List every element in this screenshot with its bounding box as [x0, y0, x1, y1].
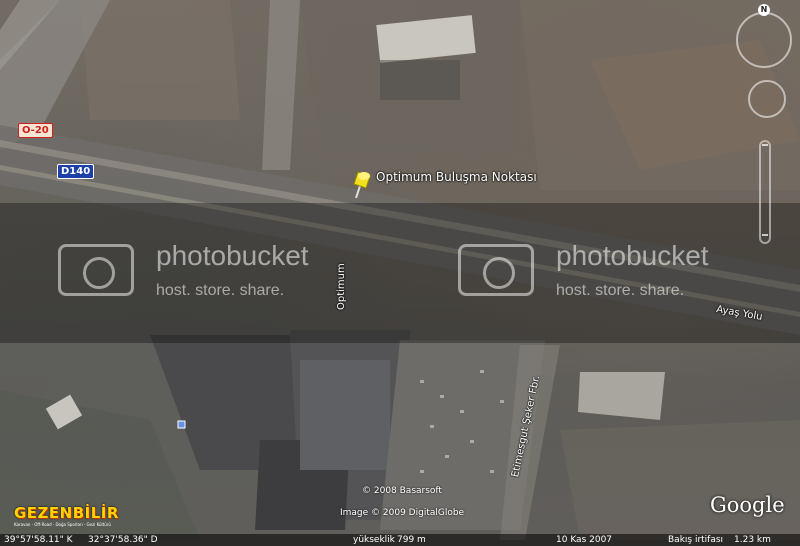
imagery-date: 10 Kas 2007 — [556, 535, 613, 545]
road-shield-d140: D140 — [57, 164, 95, 179]
watermark-tagline: host. store. share. — [556, 282, 685, 299]
watermark-tagline: host. store. share. — [156, 282, 285, 299]
look-joystick[interactable] — [748, 80, 786, 118]
watermark-word: photobucket — [556, 240, 709, 271]
camera-icon — [458, 244, 534, 296]
satellite-map[interactable]: photobucket host. store. share. photobuc… — [0, 0, 800, 546]
eye-altitude-value: 1.23 km — [734, 535, 771, 545]
pushpin-icon[interactable] — [346, 168, 376, 200]
road-shield-o20: O-20 — [18, 123, 53, 138]
google-logo: Google — [710, 493, 785, 517]
status-bar: 39°57'58.11" K 32°37'58.36" D yükseklik … — [0, 534, 800, 546]
zoom-in-icon[interactable] — [762, 144, 768, 146]
latitude: 39°57'58.11" K — [4, 535, 73, 545]
copyright-basarsoft: © 2008 Basarsoft — [362, 486, 442, 496]
zoom-out-icon[interactable] — [762, 234, 768, 236]
longitude: 32°37'58.36" D — [88, 535, 158, 545]
zoom-slider[interactable] — [759, 140, 771, 244]
camera-icon — [58, 244, 134, 296]
compass-north[interactable]: N — [758, 4, 770, 16]
watermark-word: photobucket — [156, 240, 309, 271]
street-label-optimum: Optimum — [336, 263, 347, 310]
eye-altitude-label: Bakış irtifası — [668, 535, 724, 545]
placemark-label[interactable]: Optimum Buluşma Noktası — [376, 170, 537, 184]
elevation-label: yükseklik — [353, 535, 395, 545]
compass-ring[interactable] — [736, 12, 792, 68]
gezenbilir-logo: GEZENBİLİR Karavan · Off-Road · Doğa Spo… — [14, 504, 119, 527]
image-credit: Image © 2009 DigitalGlobe — [340, 508, 465, 518]
elevation-value: 799 m — [397, 535, 426, 545]
